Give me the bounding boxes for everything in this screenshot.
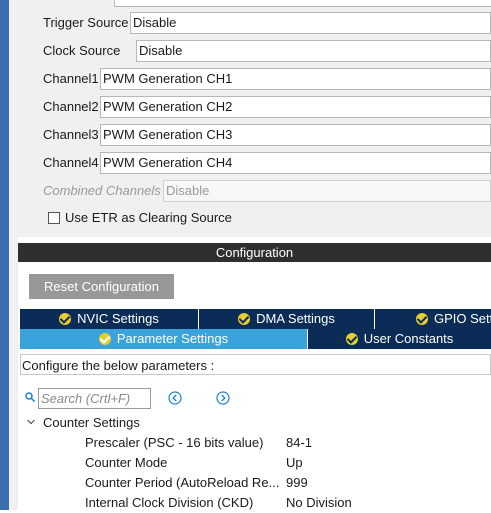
check-icon <box>416 313 428 325</box>
search-input[interactable] <box>38 388 151 409</box>
etr-checkbox[interactable] <box>48 212 60 224</box>
tab-label: GPIO Settings <box>434 311 491 326</box>
channel4-select[interactable]: PWM Generation CH4 <box>100 152 491 174</box>
channel1-select[interactable]: PWM Generation CH1 <box>100 68 491 90</box>
channel4-label: Channel4 <box>43 155 99 170</box>
tab-label: Parameter Settings <box>116 331 229 346</box>
combined-channels-select: Disable <box>163 180 491 202</box>
partial-field-above[interactable] <box>114 0 491 7</box>
combined-channels-label: Combined Channels <box>43 183 161 198</box>
tab-label: NVIC Settings <box>77 311 159 326</box>
etr-checkbox-label[interactable]: Use ETR as Clearing Source <box>65 208 232 228</box>
tab-user-constants[interactable]: User Constants <box>308 329 491 349</box>
tab-parameter-settings[interactable]: Parameter Settings <box>20 329 308 349</box>
param-prescaler-name: Prescaler (PSC - 16 bits value) <box>85 435 264 450</box>
tab-gpio-settings[interactable]: GPIO Settings <box>375 309 491 329</box>
param-counter-mode-name: Counter Mode <box>85 455 168 470</box>
search-icon <box>25 392 35 402</box>
settings-tabs-row-1: NVIC Settings DMA Settings GPIO Settings <box>20 309 491 329</box>
channel2-label: Channel2 <box>43 99 99 114</box>
previous-icon[interactable] <box>168 391 182 405</box>
param-prescaler-value[interactable]: 84-1 <box>286 433 312 453</box>
chevron-down-icon[interactable] <box>26 417 36 427</box>
tab-label: User Constants <box>363 331 454 346</box>
param-counter-period-value[interactable]: 999 <box>286 473 308 493</box>
configure-hint: Configure the below parameters : <box>20 354 491 375</box>
reset-configuration-button[interactable]: Reset Configuration <box>29 274 174 299</box>
check-icon <box>345 333 358 345</box>
left-gutter <box>9 0 18 510</box>
settings-tabs-row-2: Parameter Settings User Constants <box>20 329 491 349</box>
param-counter-mode-value[interactable]: Up <box>286 453 303 473</box>
tab-label: DMA Settings <box>256 311 335 326</box>
trigger-source-select[interactable]: Disable <box>130 12 491 34</box>
next-icon[interactable] <box>216 391 230 405</box>
param-clock-division-value[interactable]: No Division <box>286 493 352 513</box>
clock-source-label: Clock Source <box>43 43 121 58</box>
channel1-label: Channel1 <box>43 71 99 86</box>
configuration-header: Configuration <box>18 243 491 262</box>
tab-dma-settings[interactable]: DMA Settings <box>199 309 375 329</box>
tab-nvic-settings[interactable]: NVIC Settings <box>20 309 199 329</box>
counter-settings-group[interactable]: Counter Settings <box>43 413 140 433</box>
param-clock-division-name: Internal Clock Division (CKD) <box>85 495 254 510</box>
left-panel-edge <box>0 0 9 510</box>
param-counter-period-name: Counter Period (AutoReload Re... <box>85 475 279 490</box>
channel2-select[interactable]: PWM Generation CH2 <box>100 96 491 118</box>
check-icon <box>59 313 72 325</box>
channel3-select[interactable]: PWM Generation CH3 <box>100 124 491 146</box>
clock-source-select[interactable]: Disable <box>136 40 491 62</box>
trigger-source-label: Trigger Source <box>43 15 129 30</box>
check-icon <box>98 333 111 345</box>
check-icon <box>238 313 251 325</box>
channel3-label: Channel3 <box>43 127 99 142</box>
